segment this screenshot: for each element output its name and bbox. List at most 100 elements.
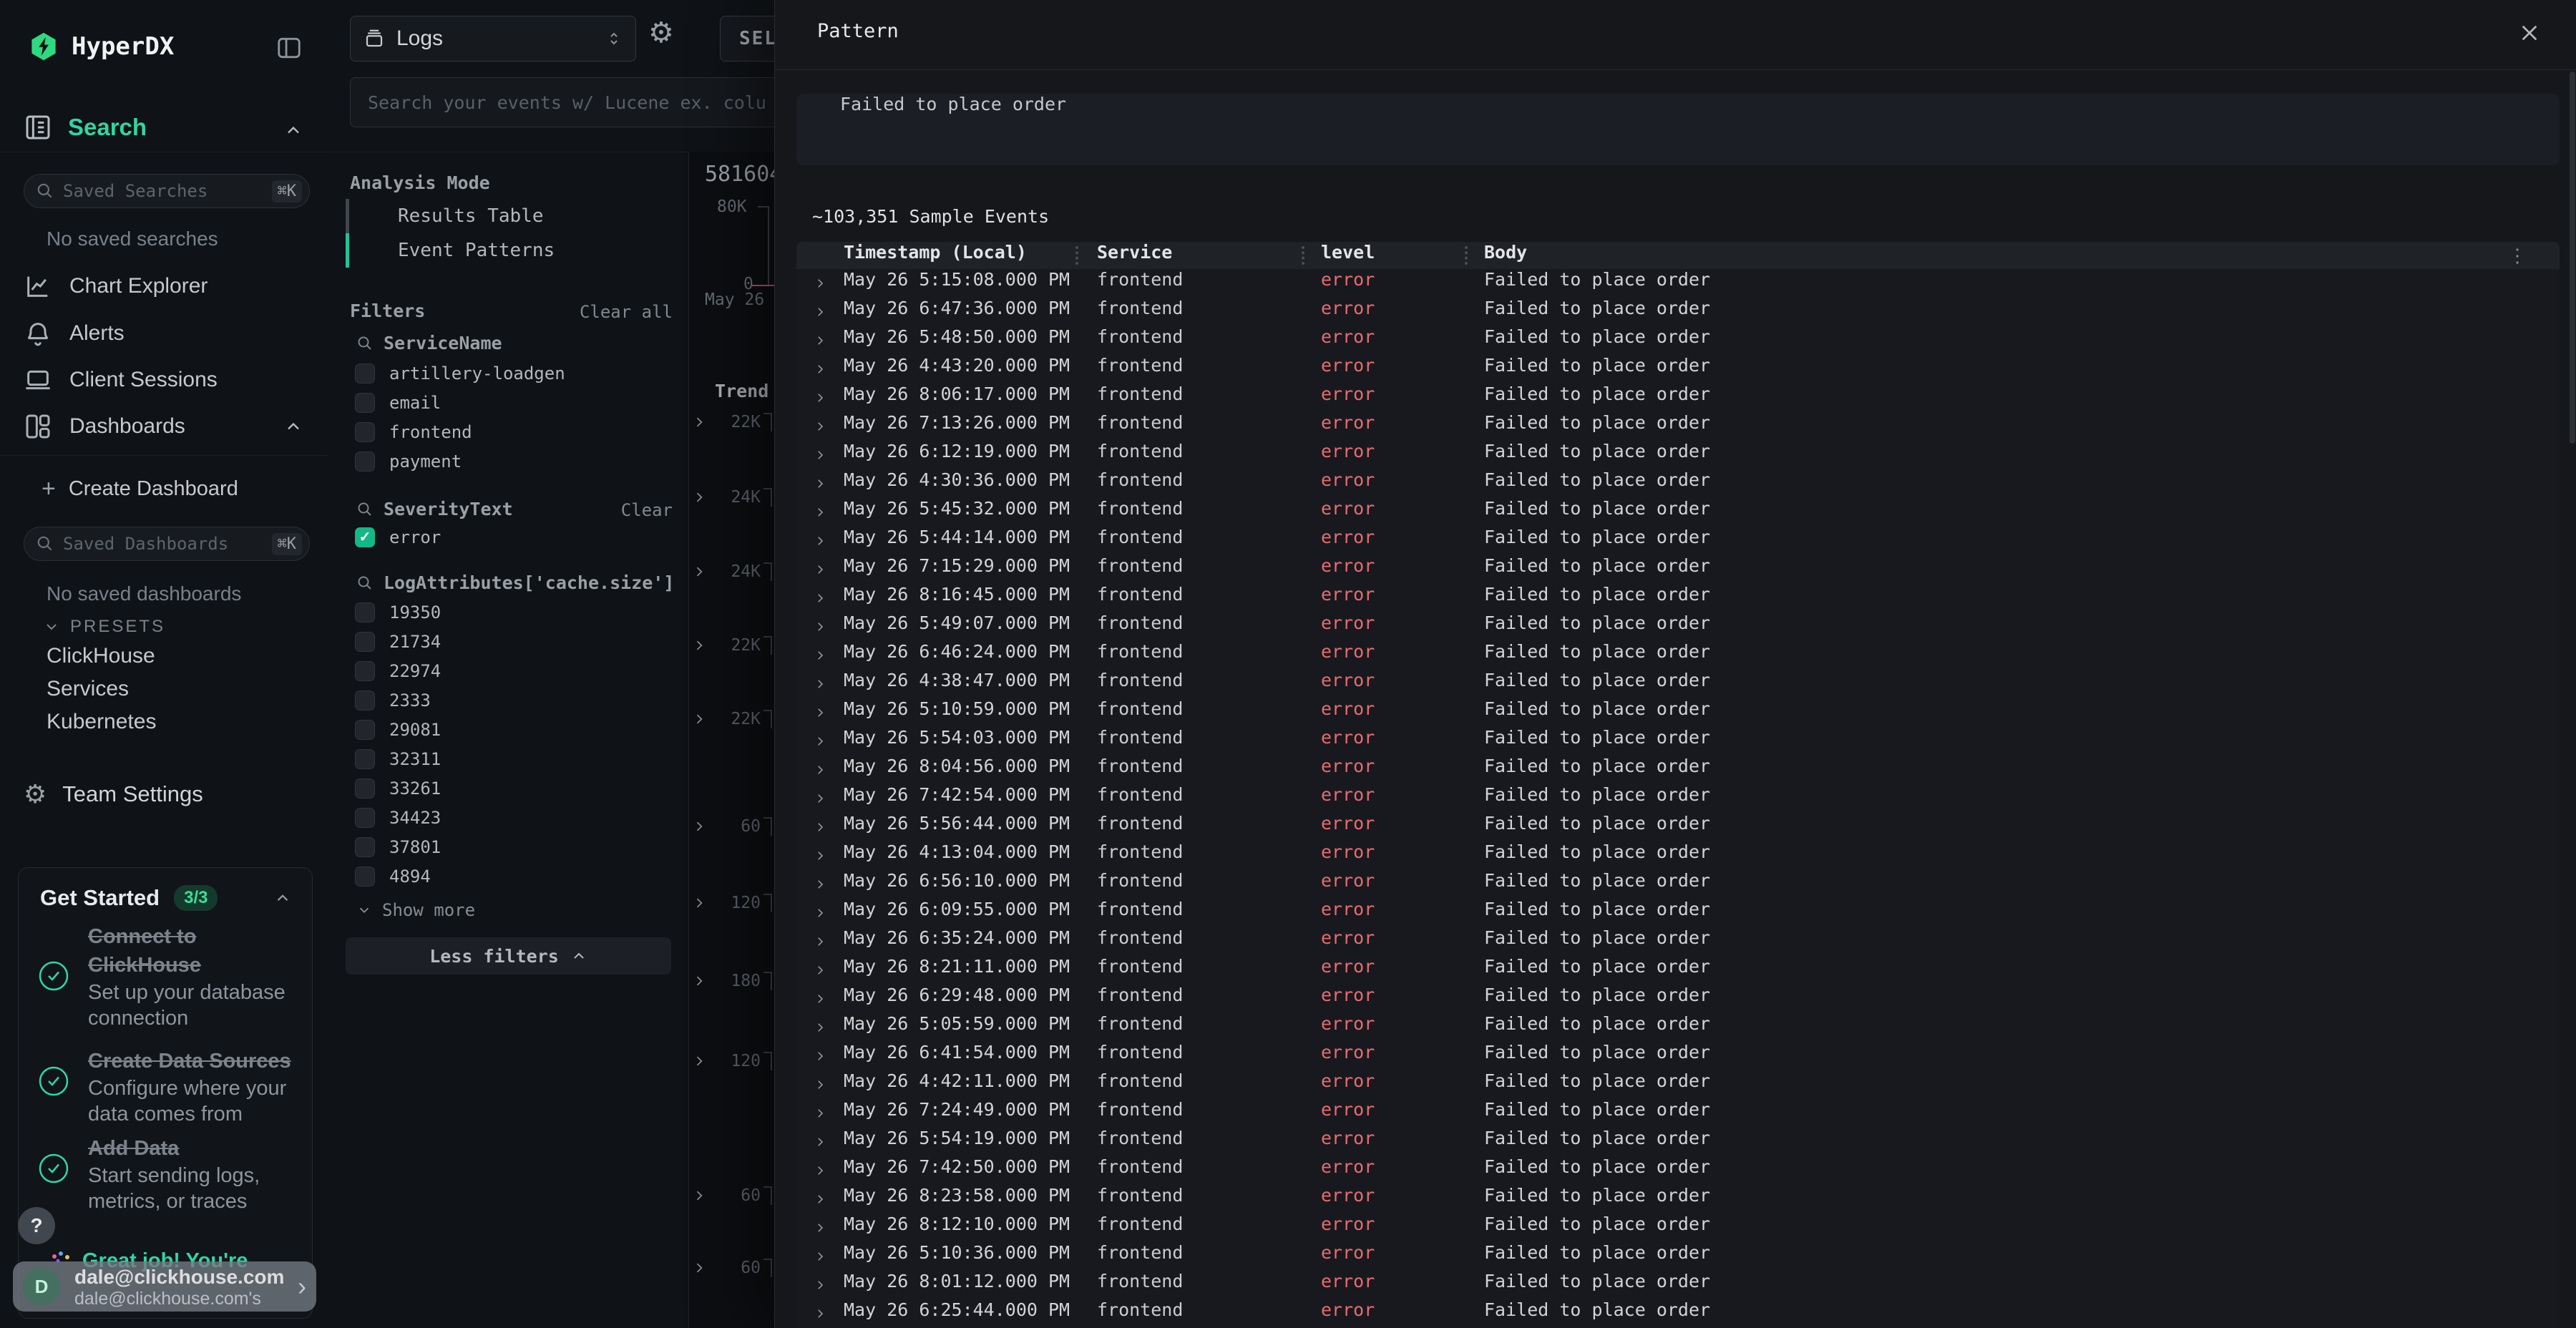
expand-chevron-icon[interactable]: [814, 877, 826, 892]
team-settings-button[interactable]: ⚙ Team Settings: [24, 781, 203, 807]
column-separator[interactable]: [1075, 246, 1078, 265]
clear-all-filters-link[interactable]: Clear all: [580, 302, 673, 322]
close-icon[interactable]: [2514, 17, 2545, 49]
checkbox[interactable]: [355, 422, 375, 442]
expand-chevron-icon[interactable]: [692, 895, 706, 911]
table-row[interactable]: May 26 5:45:32.000 PM frontend error Fai…: [796, 498, 2560, 527]
checkbox[interactable]: [355, 808, 375, 828]
column-header-level[interactable]: level: [1321, 242, 1375, 263]
less-filters-button[interactable]: Less filters: [346, 937, 671, 975]
table-row[interactable]: May 26 8:06:17.000 PM frontend error Fai…: [796, 384, 2560, 412]
filter-option[interactable]: 29081: [355, 715, 670, 744]
expand-chevron-icon[interactable]: [814, 1106, 826, 1120]
expand-chevron-icon[interactable]: [814, 448, 826, 462]
table-row[interactable]: May 26 6:29:48.000 PM frontend error Fai…: [796, 985, 2560, 1013]
expand-chevron-icon[interactable]: [814, 677, 826, 691]
expand-chevron-icon[interactable]: [814, 1163, 826, 1178]
get-started-item[interactable]: Connect to ClickHouse Set up your databa…: [88, 922, 303, 1031]
column-header-service[interactable]: Service: [1097, 242, 1172, 263]
expand-chevron-icon[interactable]: [814, 333, 826, 348]
table-row[interactable]: May 26 5:44:14.000 PM frontend error Fai…: [796, 527, 2560, 555]
checkbox[interactable]: [355, 451, 375, 472]
create-dashboard-button[interactable]: + Create Dashboard: [42, 477, 238, 501]
show-more-link[interactable]: Show more: [356, 900, 475, 920]
expand-chevron-icon[interactable]: [814, 276, 826, 290]
table-row[interactable]: May 26 5:54:19.000 PM frontend error Fai…: [796, 1128, 2560, 1156]
presets-toggle[interactable]: PRESETS: [43, 617, 165, 637]
preset-kubernetes[interactable]: Kubernetes: [47, 710, 156, 734]
expand-chevron-icon[interactable]: [814, 419, 826, 434]
chevron-up-icon[interactable]: [273, 889, 292, 907]
pattern-row[interactable]: 60: [689, 1185, 774, 1206]
table-row[interactable]: May 26 8:01:12.000 PM frontend error Fai…: [796, 1271, 2560, 1299]
checkbox[interactable]: [355, 866, 375, 887]
pattern-row[interactable]: 22K: [689, 411, 774, 433]
clear-severity-link[interactable]: Clear: [621, 500, 673, 520]
expand-chevron-icon[interactable]: [692, 1260, 706, 1276]
expand-chevron-icon[interactable]: [814, 1192, 826, 1206]
sidebar-item-client-sessions[interactable]: Client Sessions: [24, 364, 218, 396]
expand-chevron-icon[interactable]: [814, 1249, 826, 1264]
table-row[interactable]: May 26 7:13:26.000 PM frontend error Fai…: [796, 412, 2560, 441]
checkbox[interactable]: [355, 661, 375, 681]
search-icon[interactable]: [356, 335, 374, 352]
search-collapse-chevron-up-icon[interactable]: [283, 120, 303, 140]
expand-chevron-icon[interactable]: [814, 620, 826, 634]
search-section-header[interactable]: Search: [24, 113, 147, 142]
expand-chevron-icon[interactable]: [692, 564, 706, 580]
source-select[interactable]: Logs: [350, 16, 636, 62]
expand-chevron-icon[interactable]: [814, 362, 826, 376]
brand[interactable]: HyperDX: [29, 31, 174, 62]
pattern-row[interactable]: 60: [689, 1257, 774, 1279]
filter-option[interactable]: 37801: [355, 832, 670, 861]
expand-chevron-icon[interactable]: [814, 562, 826, 577]
get-started-item[interactable]: Add Data Start sending logs, metrics, or…: [88, 1134, 310, 1214]
table-row[interactable]: May 26 6:47:36.000 PM frontend error Fai…: [796, 298, 2560, 326]
table-row[interactable]: May 26 5:10:59.000 PM frontend error Fai…: [796, 698, 2560, 727]
expand-chevron-icon[interactable]: [692, 414, 706, 430]
filter-option[interactable]: email: [355, 388, 670, 417]
checkbox[interactable]: [355, 778, 375, 799]
filter-option[interactable]: artillery-loadgen: [355, 358, 670, 388]
expand-chevron-icon[interactable]: [692, 819, 706, 834]
expand-chevron-icon[interactable]: [692, 711, 706, 727]
collapse-sidebar-icon[interactable]: [275, 34, 306, 63]
table-row[interactable]: May 26 5:05:59.000 PM frontend error Fai…: [796, 1013, 2560, 1042]
expand-chevron-icon[interactable]: [814, 648, 826, 663]
table-row[interactable]: May 26 8:04:56.000 PM frontend error Fai…: [796, 756, 2560, 784]
table-row[interactable]: May 26 7:42:50.000 PM frontend error Fai…: [796, 1156, 2560, 1185]
column-header-body[interactable]: Body: [1484, 242, 1527, 263]
expand-chevron-icon[interactable]: [814, 706, 826, 720]
mode-event-patterns[interactable]: Event Patterns: [346, 233, 660, 268]
table-row[interactable]: May 26 5:49:07.000 PM frontend error Fai…: [796, 612, 2560, 641]
expand-chevron-icon[interactable]: [692, 638, 706, 653]
column-separator[interactable]: [1465, 246, 1468, 265]
column-header-timestamp[interactable]: Timestamp (Local): [844, 242, 1027, 263]
checkbox[interactable]: [355, 602, 375, 622]
get-started-item[interactable]: Create Data Sources Configure where your…: [88, 1047, 313, 1127]
table-row[interactable]: May 26 6:25:44.000 PM frontend error Fai…: [796, 1299, 2560, 1328]
select-columns-button[interactable]: SELECT: [720, 16, 774, 62]
pattern-row[interactable]: 120: [689, 892, 774, 914]
pattern-row[interactable]: 60: [689, 816, 774, 837]
expand-chevron-icon[interactable]: [814, 849, 826, 863]
event-search-input[interactable]: Search your events w/ Lucene ex. colu: [350, 77, 774, 127]
help-button[interactable]: ?: [18, 1207, 55, 1244]
table-row[interactable]: May 26 6:46:24.000 PM frontend error Fai…: [796, 641, 2560, 670]
expand-chevron-icon[interactable]: [814, 906, 826, 920]
expand-chevron-icon[interactable]: [814, 763, 826, 777]
table-row[interactable]: May 26 8:16:45.000 PM frontend error Fai…: [796, 584, 2560, 612]
expand-chevron-icon[interactable]: [814, 1078, 826, 1092]
user-menu[interactable]: D dale@clickhouse.com dale@clickhouse.co…: [13, 1261, 316, 1312]
table-row[interactable]: May 26 4:42:11.000 PM frontend error Fai…: [796, 1070, 2560, 1099]
sidebar-item-dashboards[interactable]: Dashboards: [24, 411, 185, 442]
pattern-row[interactable]: 22K: [689, 708, 774, 730]
expand-chevron-icon[interactable]: [814, 934, 826, 949]
filter-option[interactable]: 4894: [355, 861, 670, 891]
table-row[interactable]: May 26 7:42:54.000 PM frontend error Fai…: [796, 784, 2560, 813]
dashboards-collapse-chevron-up-icon[interactable]: [283, 416, 303, 436]
drawer-scrollbar[interactable]: [2570, 72, 2575, 444]
checkbox[interactable]: [355, 720, 375, 740]
table-row[interactable]: May 26 4:30:36.000 PM frontend error Fai…: [796, 469, 2560, 498]
saved-dashboards-input[interactable]: Saved Dashboards ⌘K: [24, 527, 310, 561]
